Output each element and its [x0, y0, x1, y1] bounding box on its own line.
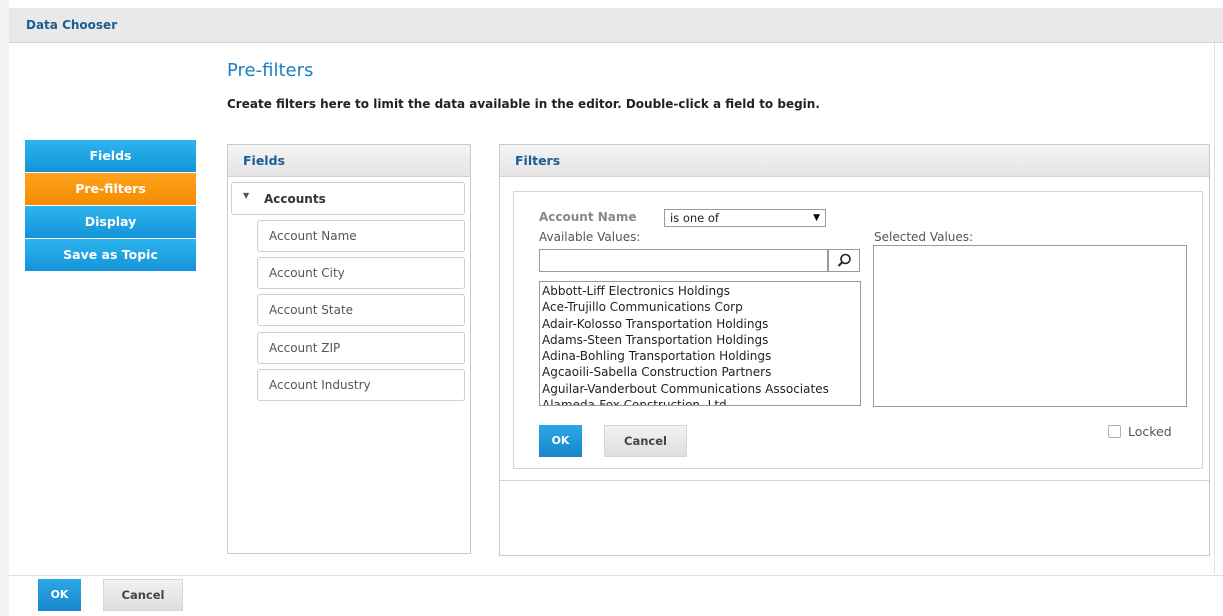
- locked-checkbox[interactable]: [1108, 425, 1121, 438]
- field-account-zip[interactable]: Account ZIP: [257, 332, 465, 364]
- list-item[interactable]: Abbott-Liff Electronics Holdings: [542, 283, 858, 299]
- fields-panel: Fields ▼ Accounts Account Name Account C…: [227, 144, 471, 554]
- field-account-city[interactable]: Account City: [257, 257, 465, 289]
- nav-pre-filters[interactable]: Pre-filters: [25, 173, 196, 205]
- available-values-label: Available Values:: [539, 230, 641, 244]
- search-icon: [837, 253, 851, 267]
- filter-field-label: Account Name: [539, 210, 637, 224]
- page-description: Create filters here to limit the data av…: [227, 97, 820, 111]
- nav-save-as-topic[interactable]: Save as Topic: [25, 239, 196, 271]
- list-item[interactable]: Adina-Bohling Transportation Holdings: [542, 348, 858, 364]
- list-item[interactable]: Agcaoili-Sabella Construction Partners: [542, 364, 858, 380]
- field-account-industry[interactable]: Account Industry: [257, 369, 465, 401]
- field-account-state[interactable]: Account State: [257, 294, 465, 326]
- window-title: Data Chooser: [26, 18, 118, 32]
- values-search-input[interactable]: [539, 249, 828, 272]
- available-values-list[interactable]: Abbott-Liff Electronics Holdings Ace-Tru…: [539, 281, 861, 406]
- list-item[interactable]: Alameda-Fox Construction, Ltd: [542, 397, 858, 405]
- filter-ok-button[interactable]: OK: [539, 425, 582, 457]
- tree-group-accounts[interactable]: ▼ Accounts: [231, 182, 465, 215]
- wizard-nav: Fields Pre-filters Display Save as Topic: [25, 140, 196, 272]
- list-item[interactable]: Adair-Kolosso Transportation Holdings: [542, 316, 858, 332]
- footer-divider: [9, 575, 1223, 576]
- selected-values-label: Selected Values:: [874, 230, 974, 244]
- list-item[interactable]: Adams-Steen Transportation Holdings: [542, 332, 858, 348]
- search-button[interactable]: [828, 249, 860, 272]
- field-account-name[interactable]: Account Name: [257, 220, 465, 252]
- locked-label: Locked: [1128, 424, 1172, 439]
- window-left-edge: [0, 0, 9, 616]
- triangle-down-icon[interactable]: ▼: [243, 191, 249, 200]
- filter-cancel-button[interactable]: Cancel: [604, 425, 687, 457]
- nav-fields[interactable]: Fields: [25, 140, 196, 172]
- title-bar: Data Chooser: [9, 8, 1223, 43]
- page-title: Pre-filters: [227, 60, 314, 81]
- ok-button[interactable]: OK: [38, 579, 81, 611]
- filters-divider: [500, 480, 1209, 481]
- dropdown-arrow-icon: ▼: [813, 213, 820, 223]
- tree-group-label: Accounts: [264, 192, 326, 206]
- list-item[interactable]: Ace-Trujillo Communications Corp: [542, 299, 858, 315]
- fields-panel-header: Fields: [228, 145, 470, 177]
- operator-select[interactable]: is one of ▼: [664, 209, 826, 227]
- filters-panel-header: Filters: [500, 145, 1209, 177]
- list-item[interactable]: Aguilar-Vanderbout Communications Associ…: [542, 381, 858, 397]
- filters-panel: Filters Account Name is one of ▼ Availab…: [499, 144, 1210, 556]
- cancel-button[interactable]: Cancel: [103, 579, 183, 611]
- operator-value: is one of: [670, 211, 719, 225]
- nav-display[interactable]: Display: [25, 206, 196, 238]
- filter-editor: Account Name is one of ▼ Available Value…: [513, 191, 1203, 469]
- right-divider: [1214, 43, 1215, 573]
- selected-values-list[interactable]: [873, 245, 1187, 407]
